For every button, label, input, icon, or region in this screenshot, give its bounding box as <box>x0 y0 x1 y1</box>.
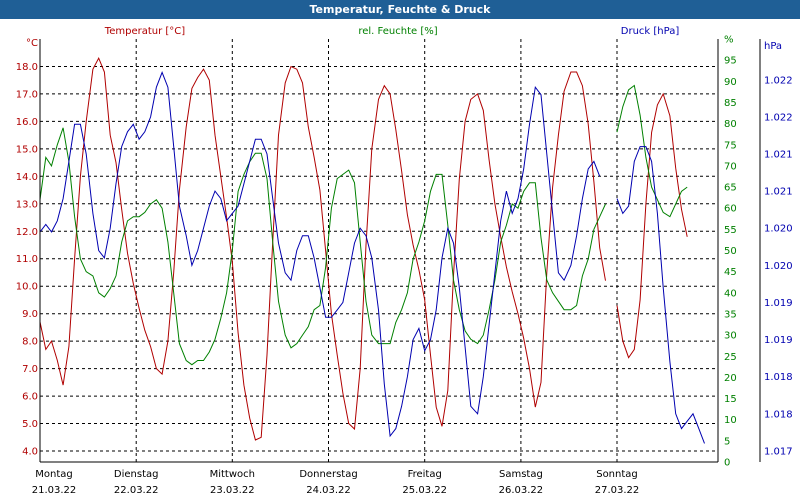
humidity-tick-label: 45 <box>724 267 737 278</box>
pressure-tick-label: 1.022 <box>764 75 793 86</box>
humidity-tick-label: 15 <box>724 394 737 405</box>
humidity-axis-ticks: 0 5 10 15 20 25 30 35 40 45 50 55 60 65 70 75 80 85 90 95% <box>724 35 737 469</box>
pressure-tick-label: 1.019 <box>764 335 793 346</box>
temperature-tick-label: 5.0 <box>22 419 38 430</box>
pressure-tick-label: 1.020 <box>764 261 793 272</box>
humidity-tick-label: 95 <box>724 56 737 67</box>
x-tick-date-label: 22.03.22 <box>114 485 159 496</box>
humidity-tick-label: 50 <box>724 246 737 257</box>
temperature-tick-label: 12.0 <box>16 227 38 238</box>
temperature-tick-label: 16.0 <box>16 117 38 128</box>
pressure-tick-label: 1.018 <box>764 372 793 383</box>
humidity-tick-label: 20 <box>724 373 737 384</box>
humidity-tick-label: 75 <box>724 140 737 151</box>
x-tick-date-label: 23.03.22 <box>210 485 255 496</box>
temperature-tick-label: 4.0 <box>22 447 38 458</box>
pressure-unit-label: hPa <box>764 41 782 52</box>
humidity-axis-title: rel. Feuchte [%] <box>358 26 437 37</box>
x-tick-date-label: 21.03.22 <box>32 485 77 496</box>
x-tick-day-label: Mittwoch <box>210 469 255 480</box>
humidity-tick-label: 30 <box>724 331 737 342</box>
chart-canvas: 4.0 5.0 6.0 7.0 8.0 9.0 10.0 11.0 12.0 13.0 14.0 15… <box>0 19 800 500</box>
temperature-unit-label: °C <box>26 38 38 49</box>
pressure-tick-label: 1.021 <box>764 187 793 198</box>
x-tick-day-label: Samstag <box>499 469 543 480</box>
humidity-tick-label: 85 <box>724 98 737 109</box>
x-tick-day-label: Dienstag <box>114 469 159 480</box>
temperature-tick-label: 11.0 <box>16 254 38 265</box>
humidity-tick-label: 55 <box>724 225 737 236</box>
chart-background <box>0 19 800 500</box>
temperature-axis-title: Temperatur [°C] <box>104 26 185 37</box>
pressure-tick-label: 1.022 <box>764 112 793 123</box>
x-tick-date-label: 26.03.22 <box>499 485 544 496</box>
temperature-tick-label: 10.0 <box>16 282 38 293</box>
humidity-tick-label: 80 <box>724 119 737 130</box>
humidity-tick-label: 10 <box>724 415 737 426</box>
humidity-tick-label: 40 <box>724 288 737 299</box>
x-tick-day-label: Freitag <box>408 469 442 480</box>
temperature-tick-label: 9.0 <box>22 309 38 320</box>
humidity-tick-label: 5 <box>724 436 730 447</box>
temperature-tick-label: 13.0 <box>16 199 38 210</box>
temperature-tick-label: 7.0 <box>22 364 38 375</box>
x-tick-date-label: 25.03.22 <box>402 485 447 496</box>
humidity-tick-label: 65 <box>724 183 737 194</box>
x-tick-date-label: 27.03.22 <box>595 485 640 496</box>
pressure-tick-label: 1.020 <box>764 224 793 235</box>
temperature-tick-label: 18.0 <box>16 62 38 73</box>
x-tick-day-label: Sonntag <box>596 469 638 480</box>
pressure-axis-title: Druck [hPa] <box>621 26 680 37</box>
pressure-tick-label: 1.019 <box>764 298 793 309</box>
x-tick-day-label: Montag <box>35 469 72 480</box>
humidity-tick-label: 60 <box>724 204 737 215</box>
temperature-tick-label: 17.0 <box>16 89 38 100</box>
temperature-tick-label: 6.0 <box>22 392 38 403</box>
humidity-tick-label: 25 <box>724 352 737 363</box>
temperature-tick-label: 14.0 <box>16 172 38 183</box>
pressure-tick-label: 1.018 <box>764 409 793 420</box>
humidity-tick-label: 0 <box>724 458 730 469</box>
humidity-tick-label: 35 <box>724 310 737 321</box>
pressure-tick-label: 1.017 <box>764 446 793 457</box>
humidity-tick-label: % <box>724 35 734 46</box>
humidity-tick-label: 90 <box>724 77 737 88</box>
temperature-tick-label: 15.0 <box>16 144 38 155</box>
x-tick-date-label: 24.03.22 <box>306 485 351 496</box>
pressure-tick-label: 1.021 <box>764 150 793 161</box>
window-title: Temperatur, Feuchte & Druck <box>0 0 800 19</box>
temperature-tick-label: 8.0 <box>22 337 38 348</box>
x-tick-day-label: Donnerstag <box>299 469 357 480</box>
humidity-tick-label: 70 <box>724 161 737 172</box>
